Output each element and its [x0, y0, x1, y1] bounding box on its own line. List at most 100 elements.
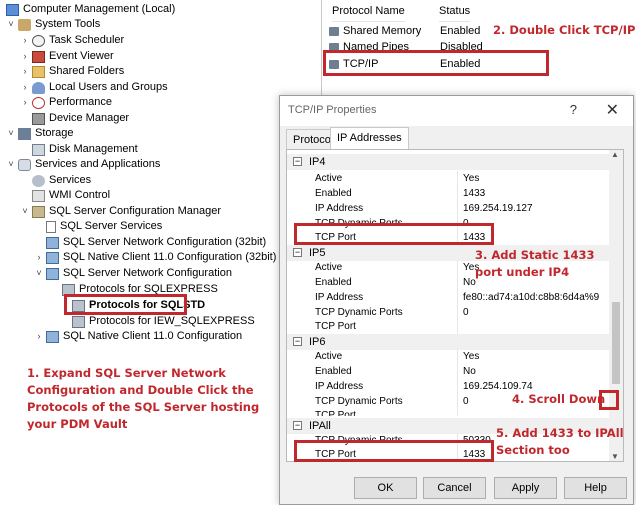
property-name: IP Address	[315, 381, 364, 392]
scroll-up-icon[interactable]: ▲	[611, 150, 619, 159]
cancel-button[interactable]: Cancel	[423, 477, 486, 499]
network-icon	[46, 236, 59, 249]
tree-wmi-control[interactable]: WMI Control	[30, 188, 110, 203]
property-value: 0	[463, 396, 469, 407]
chevron-down-icon[interactable]: ˅	[6, 157, 16, 172]
scroll-thumb[interactable]	[612, 302, 620, 384]
chevron-right-icon[interactable]: ›	[34, 250, 44, 265]
highlight-ip4-port	[294, 223, 494, 245]
prop-row[interactable]: IP Address fe80::ad74:a10d:c8b8:6d4a%9	[287, 290, 609, 305]
chevron-down-icon[interactable]: ˅	[20, 204, 30, 219]
chevron-right-icon[interactable]: ›	[20, 95, 30, 110]
collapse-icon[interactable]: −	[293, 157, 302, 166]
column-divider	[457, 260, 458, 275]
column-divider	[457, 201, 458, 216]
annotation-step4: 4. Scroll Down	[512, 392, 606, 406]
property-name: TCP Port	[315, 410, 356, 416]
prop-row[interactable]: TCP Port	[287, 319, 609, 334]
chevron-right-icon[interactable]: ›	[20, 33, 30, 48]
chevron-down-icon[interactable]: ˅	[34, 266, 44, 281]
folder-icon	[32, 65, 45, 78]
property-name: IP Address	[315, 292, 364, 303]
column-header-status[interactable]: Status	[439, 0, 471, 22]
property-name: Enabled	[315, 366, 352, 377]
tree-task-scheduler[interactable]: › Task Scheduler	[20, 33, 124, 48]
column-divider	[457, 319, 458, 334]
tab-ip-addresses[interactable]: IP Addresses	[330, 127, 409, 149]
tree-performance[interactable]: › Performance	[20, 95, 112, 110]
prop-row[interactable]: Enabled No	[287, 364, 609, 379]
device-manager-icon	[32, 112, 45, 125]
tree-services[interactable]: Services	[30, 173, 91, 188]
property-name: Enabled	[315, 277, 352, 288]
tree-storage[interactable]: ˅ Storage	[6, 126, 74, 141]
property-value: No	[463, 366, 476, 377]
performance-icon	[32, 96, 45, 109]
property-name: Active	[315, 351, 343, 362]
property-value: Yes	[463, 351, 480, 362]
wmi-icon	[32, 189, 45, 202]
chevron-right-icon[interactable]: ›	[20, 49, 30, 64]
column-divider	[457, 290, 458, 305]
vertical-scrollbar[interactable]: ▲ ▼	[609, 150, 623, 461]
chevron-right-icon[interactable]: ›	[34, 329, 44, 344]
property-value: Yes	[463, 173, 480, 184]
chevron-right-icon[interactable]: ›	[20, 80, 30, 95]
ok-button[interactable]: OK	[354, 477, 417, 499]
property-name: IP Address	[315, 203, 364, 214]
apply-button[interactable]: Apply	[494, 477, 557, 499]
annotation-step3: 3. Add Static 1433 port under IP4	[475, 248, 595, 279]
collapse-icon[interactable]: −	[293, 248, 302, 257]
prop-row[interactable]: IP Address 169.254.19.127	[287, 201, 609, 216]
tree-root[interactable]: Computer Management (Local)	[4, 2, 175, 17]
protocol-list: Protocol Name Status Shared Memory Enabl…	[323, 0, 636, 95]
help-icon[interactable]: ?	[570, 102, 577, 117]
prop-row[interactable]: Active Yes	[287, 349, 609, 364]
chevron-right-icon[interactable]: ›	[20, 64, 30, 79]
chevron-down-icon[interactable]: ˅	[6, 126, 16, 141]
tools-icon	[18, 18, 31, 31]
prop-row[interactable]: TCP Dynamic Ports 0	[287, 305, 609, 320]
help-button[interactable]: Help	[564, 477, 627, 499]
chevron-down-icon[interactable]: ˅	[6, 17, 16, 32]
plug-icon	[329, 26, 339, 36]
collapse-icon[interactable]: −	[293, 421, 302, 430]
tree-event-viewer[interactable]: › Event Viewer	[20, 49, 114, 64]
ip-addresses-panel: − IP4 Active Yes Enabled 1433 IP Address 16…	[286, 149, 624, 462]
prop-row[interactable]: TCP Port	[287, 408, 609, 416]
prop-row[interactable]: Enabled 1433	[287, 186, 609, 201]
tree-sql-net-32[interactable]: SQL Server Network Configuration (32bit)	[44, 235, 266, 250]
property-name: Enabled	[315, 188, 352, 199]
column-divider	[457, 408, 458, 416]
tree-sql-services[interactable]: SQL Server Services	[44, 219, 162, 234]
close-icon[interactable]: ✕	[606, 100, 619, 120]
tree-disk-management[interactable]: Disk Management	[30, 142, 138, 157]
property-name: TCP Port	[315, 321, 356, 332]
column-divider	[457, 394, 458, 409]
dialog-title: TCP/IP Properties	[288, 104, 377, 116]
users-icon	[32, 81, 45, 94]
property-name: Active	[315, 262, 343, 273]
property-value: fe80::ad74:a10d:c8b8:6d4a%9	[463, 292, 600, 303]
dialog-title-bar: TCP/IP Properties ? ✕	[280, 96, 633, 126]
tree-system-tools[interactable]: ˅ System Tools	[6, 17, 100, 32]
column-divider	[457, 171, 458, 186]
clock-icon	[32, 34, 45, 47]
tree-local-users[interactable]: › Local Users and Groups	[20, 80, 168, 95]
column-header-name[interactable]: Protocol Name	[332, 0, 405, 22]
tree-native-client[interactable]: › SQL Native Client 11.0 Configuration	[34, 329, 242, 344]
annotation-step1: 1. Expand SQL Server Network Configurati…	[27, 366, 260, 431]
tree-sql-config-manager[interactable]: ˅ SQL Server Configuration Manager	[20, 204, 221, 219]
section-ip6[interactable]: − IP6	[287, 334, 609, 350]
tree-sql-net[interactable]: ˅ SQL Server Network Configuration	[34, 266, 232, 281]
event-viewer-icon	[32, 50, 45, 63]
tree-shared-folders[interactable]: › Shared Folders	[20, 64, 124, 79]
section-ip4[interactable]: − IP4	[287, 154, 609, 170]
tree-services-apps[interactable]: ˅ Services and Applications	[6, 157, 160, 172]
tree-proto-iew[interactable]: Protocols for IEW_SQLEXPRESS	[70, 314, 255, 329]
tree-device-manager[interactable]: Device Manager	[30, 111, 129, 126]
prop-row[interactable]: Active Yes	[287, 171, 609, 186]
collapse-icon[interactable]: −	[293, 337, 302, 346]
tree-native-client-32[interactable]: › SQL Native Client 11.0 Configuration (…	[34, 250, 276, 265]
property-name: Active	[315, 173, 343, 184]
